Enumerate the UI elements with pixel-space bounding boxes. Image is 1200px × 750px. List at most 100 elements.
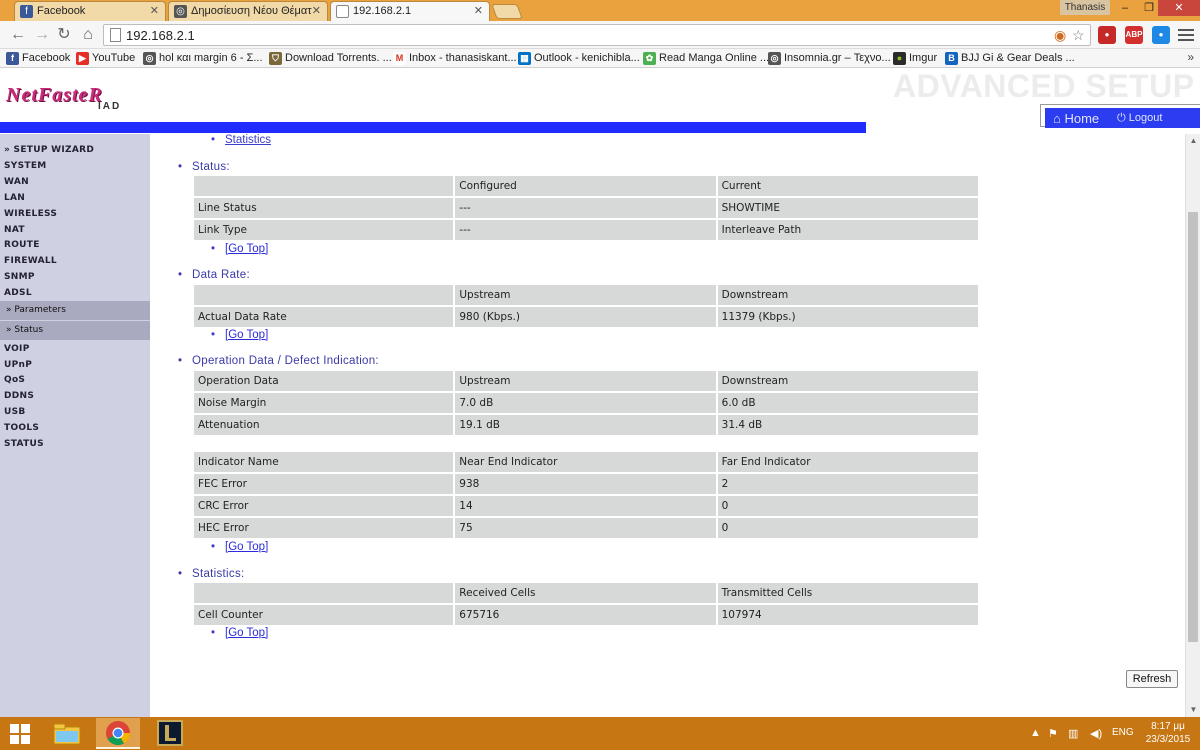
bookmark-download-torrents[interactable]: ⛉ Download Torrents. ... [269,51,392,66]
home-button[interactable]: ⌂ [78,25,98,45]
taskbar-file-explorer[interactable] [45,718,89,749]
table-header-cell: Operation Data [191,369,456,393]
chrome-menu-icon[interactable] [1178,26,1194,42]
bookmark-gmail[interactable]: M Inbox - thanasiskant... [393,51,517,66]
sidebar-subitem-parameters[interactable]: » Parameters [0,301,150,320]
table-row: FEC Error 938 2 [191,472,981,496]
bookmark-facebook[interactable]: f Facebook [6,51,70,66]
bookmark-insomnia[interactable]: ◎ Insomnia.gr – Τεχνο... [768,51,891,66]
system-clock[interactable]: 8:17 μμ 23/3/2015 [1140,720,1196,746]
manga-icon: ✿ [643,52,656,65]
address-bar[interactable]: ◉ ☆ [103,24,1091,46]
notification-extension-icon[interactable]: ● [1098,26,1116,44]
go-top-label: [Go Top] [225,541,269,553]
bookmark-outlook[interactable]: ▦ Outlook - kenichibla... [518,51,640,66]
sidebar-item-upnp[interactable]: UPnP [0,360,150,370]
sidebar-item-adsl[interactable]: ADSL [0,288,150,298]
taskbar-chrome[interactable] [96,718,140,749]
bookmark-label: Facebook [22,52,71,64]
go-top-link[interactable]: [Go Top] [211,243,269,255]
statistics-table: Received Cells Transmitted Cells Cell Co… [191,581,981,627]
go-top-link[interactable]: [Go Top] [211,627,268,639]
table-row: Attenuation 19.1 dB 31.4 dB [191,413,981,437]
netfaster-logo: NetFasteR [6,84,103,106]
url-input[interactable] [126,27,1026,43]
table-header-row: Operation Data Upstream Downstream [191,369,981,393]
minimize-button[interactable]: – [1112,0,1138,16]
data-rate-table: Upstream Downstream Actual Data Rate 980… [191,283,981,329]
bookmark-read-manga[interactable]: ✿ Read Manga Online ... [643,51,769,66]
go-top-label: [Go Top] [225,243,269,255]
sidebar-item-system[interactable]: SYSTEM [0,161,150,171]
sidebar: » SETUP WIZARD SYSTEM WAN LAN WIRELESS N… [0,134,150,717]
more-bookmarks-button[interactable]: » [1187,50,1194,64]
tab-new-topic[interactable]: ◎ Δημοσίευση Νέου Θέματ ✕ [168,1,328,21]
logout-link-label: Logout [1128,112,1163,124]
back-button[interactable]: ← [8,25,28,45]
page-scrollbar[interactable]: ▲ ▼ [1185,134,1200,717]
close-window-button[interactable]: ✕ [1158,0,1200,16]
table-header-cell [191,283,456,307]
sidebar-item-nat[interactable]: NAT [0,225,150,235]
bookmark-label: Read Manga Online ... [659,52,770,64]
scroll-down-icon[interactable]: ▼ [1186,703,1200,717]
sidebar-item-route[interactable]: ROUTE [0,240,150,250]
sidebar-item-wan[interactable]: WAN [0,177,150,187]
bookmark-star-icon[interactable]: ☆ [1072,27,1085,43]
sidebar-item-lan[interactable]: LAN [0,193,150,203]
home-link[interactable]: ⌂ Home [1053,111,1099,126]
go-top-link[interactable]: [Go Top] [211,329,269,341]
clock-time: 8:17 μμ [1151,721,1185,732]
tab-router[interactable]: 192.168.2.1 ✕ [330,1,490,21]
sidebar-item-wireless[interactable]: WIRELESS [0,209,150,219]
close-icon[interactable]: ✕ [474,4,483,17]
insomnia-icon: ◎ [768,52,781,65]
bookmark-youtube[interactable]: ▶ YouTube [76,51,135,66]
forward-button[interactable]: → [32,25,52,45]
sidebar-subitem-status[interactable]: » Status [0,321,150,340]
table-cell: CRC Error [191,494,456,518]
sidebar-item-snmp[interactable]: SNMP [0,272,150,282]
keyboard-language[interactable]: ENG [1112,727,1134,738]
sidebar-item-ddns[interactable]: DDNS [0,391,150,401]
page-icon [110,28,121,42]
bookmark-bjj-deals[interactable]: B BJJ Gi & Gear Deals ... [945,51,1075,66]
go-top-link[interactable]: [Go Top] [211,541,269,553]
tab-facebook[interactable]: f Facebook ✕ [14,1,166,21]
sidebar-item-status[interactable]: STATUS [0,439,150,449]
sidebar-item-qos[interactable]: QoS [0,375,150,385]
sidebar-item-voip[interactable]: VOIP [0,344,150,354]
bookmark-label: Imgur [909,52,938,64]
show-hidden-icons[interactable]: ▲ [1030,727,1041,739]
sidebar-item-firewall[interactable]: FIREWALL [0,256,150,266]
table-cell: 980 (Kbps.) [453,305,718,329]
bookmark-imgur[interactable]: ● Imgur [893,51,937,66]
sidebar-item-usb[interactable]: USB [0,407,150,417]
statistics-anchor-link[interactable]: Statistics [211,134,271,146]
sidebar-item-setup-wizard[interactable]: » SETUP WIZARD [0,145,150,155]
go-top-label: [Go Top] [225,329,269,341]
tab-title: Facebook [37,5,86,17]
reload-button[interactable]: ↻ [54,25,74,45]
defect-indicator-table: Indicator Name Near End Indicator Far En… [191,450,981,540]
netfaster-logo-subtitle: IAD [98,101,122,112]
close-icon[interactable]: ✕ [150,4,159,17]
close-icon[interactable]: ✕ [312,4,321,17]
taskbar-league-of-legends[interactable] [148,718,192,749]
adblock-plus-icon[interactable]: ABP [1125,26,1143,44]
windows-start-icon[interactable] [10,724,30,744]
action-center-flag-icon[interactable]: ⚑ [1048,727,1058,740]
profile-button[interactable]: Thanasis [1060,0,1110,15]
bookmark-hol-margin[interactable]: ◎ hol και margin 6 - Σ... [143,51,263,66]
logout-link[interactable]: ⏻ Logout [1117,112,1162,125]
network-icon[interactable]: ▥ [1068,727,1078,740]
new-tab-button[interactable] [491,4,523,19]
bookmark-label: Outlook - kenichibla... [534,52,640,64]
scrollbar-thumb[interactable] [1188,212,1198,642]
volume-icon[interactable]: ◀) [1090,727,1102,740]
sidebar-item-tools[interactable]: TOOLS [0,423,150,433]
refresh-button[interactable]: Refresh [1126,670,1178,688]
cookie-blocked-icon[interactable]: ◉ [1054,27,1066,43]
lastpass-icon[interactable]: ● [1152,26,1170,44]
scroll-up-icon[interactable]: ▲ [1186,134,1200,148]
